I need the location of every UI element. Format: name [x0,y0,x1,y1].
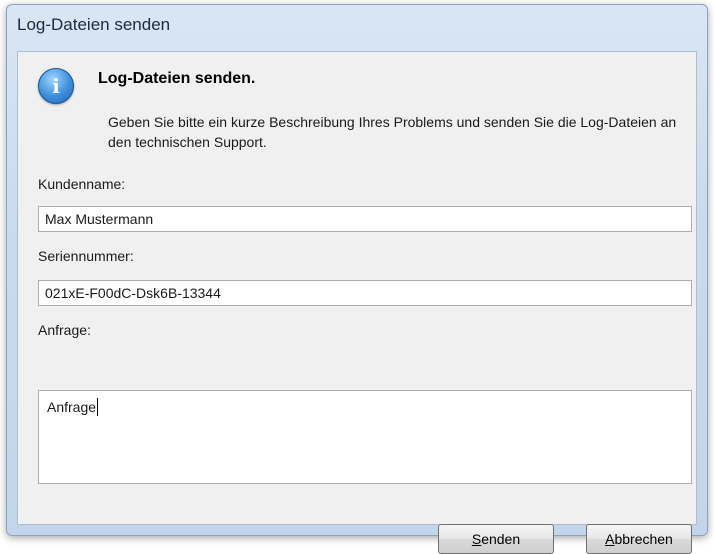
text-caret [97,398,99,416]
serial-number-label: Seriennummer: [38,248,134,264]
serial-number-input[interactable]: 021xE-F00dC-Dsk6B-13344 [38,280,692,306]
customer-name-value: Max Mustermann [45,211,154,227]
cancel-button[interactable]: Abbrechen [586,524,692,554]
title-bar[interactable]: Log-Dateien senden [7,5,707,53]
message-description: Geben Sie bitte ein kurze Beschreibung I… [108,114,677,150]
message-heading: Log-Dateien senden. [98,70,256,87]
dialog-window: Log-Dateien senden i Log-Dateien senden.… [6,4,708,554]
request-textarea[interactable]: Anfrage [38,390,692,484]
request-label: Anfrage: [38,322,91,338]
send-button[interactable]: Senden [438,524,554,554]
window-title: Log-Dateien senden [17,15,171,34]
dialog-content: i Log-Dateien senden. Geben Sie bitte ei… [17,51,697,554]
cancel-button-label: bbrechen [614,531,673,547]
send-button-accel: S [471,531,482,547]
request-value: Anfrage [47,399,97,415]
customer-name-label: Kundenname: [38,176,126,192]
send-button-label: enden [481,531,521,547]
serial-number-value: 021xE-F00dC-Dsk6B-13344 [45,285,221,301]
info-icon: i [38,68,74,104]
customer-name-input[interactable]: Max Mustermann [38,206,692,232]
